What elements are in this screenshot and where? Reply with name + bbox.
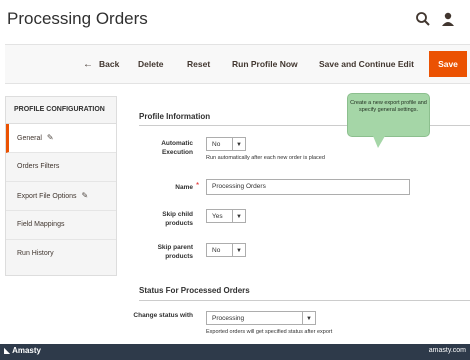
skip-parent-products-select[interactable]: No ▼	[206, 243, 246, 257]
sidebar-heading: PROFILE CONFIGURATION	[6, 97, 116, 124]
amasty-logo-icon: ◣	[4, 346, 11, 355]
chevron-down-icon: ▼	[232, 138, 245, 150]
chevron-down-icon: ▼	[232, 244, 245, 256]
page-actions-toolbar: ← Back Delete Reset Run Profile Now Save …	[5, 44, 470, 84]
profile-configuration-sidebar: PROFILE CONFIGURATION General ✎ Orders Fi…	[5, 96, 117, 276]
skip-child-products-select[interactable]: Yes ▼	[206, 209, 246, 223]
sidebar-item-run-history[interactable]: Run History	[6, 240, 116, 268]
pencil-icon: ✎	[46, 133, 54, 142]
delete-button[interactable]: Delete	[138, 45, 164, 83]
footer-bar: ◣ Amasty amasty.com	[0, 344, 470, 360]
change-status-select[interactable]: Processing ▼	[206, 311, 316, 325]
automatic-execution-note: Run automatically after each new order i…	[206, 155, 325, 161]
section-divider	[139, 300, 470, 301]
name-input[interactable]: Processing Orders	[206, 179, 410, 195]
reset-button[interactable]: Reset	[187, 45, 210, 83]
save-continue-button[interactable]: Save and Continue Edit	[319, 45, 414, 83]
help-tooltip: Create a new export profile and specify …	[347, 93, 430, 137]
save-button[interactable]: Save	[429, 51, 467, 77]
sidebar-item-field-mappings[interactable]: Field Mappings	[6, 211, 116, 240]
brand-logo: ◣ Amasty	[4, 346, 41, 355]
footer-url: amasty.com	[428, 347, 466, 354]
sidebar-item-export-file-options[interactable]: Export File Options ✎	[6, 182, 116, 211]
skip-parent-products-label: Skip parent products	[157, 244, 193, 260]
automatic-execution-select[interactable]: No ▼	[206, 137, 246, 151]
name-label: Name	[175, 184, 193, 191]
automatic-execution-label: Automatic Execution	[161, 140, 193, 156]
pencil-icon: ✎	[81, 191, 89, 200]
page-title: Processing Orders	[7, 9, 148, 28]
change-status-note: Exported orders will get specified statu…	[206, 329, 333, 335]
run-profile-button[interactable]: Run Profile Now	[232, 45, 298, 83]
sidebar-item-orders-filters[interactable]: Orders Filters	[6, 153, 116, 182]
user-icon[interactable]	[440, 11, 456, 27]
arrow-left-icon: ←	[83, 59, 93, 70]
required-asterisk: *	[196, 181, 200, 190]
chevron-down-icon: ▼	[232, 210, 245, 222]
skip-child-products-label: Skip child products	[162, 211, 193, 227]
change-status-label: Change status with	[133, 312, 193, 319]
section-title-profile-information: Profile Information	[139, 112, 211, 121]
tooltip-pointer	[373, 136, 385, 148]
section-title-status-processed-orders: Status For Processed Orders	[139, 286, 250, 295]
sidebar-item-general[interactable]: General ✎	[6, 124, 116, 153]
search-icon[interactable]	[415, 11, 431, 27]
back-button[interactable]: ← Back	[83, 45, 119, 83]
chevron-down-icon: ▼	[302, 312, 315, 324]
